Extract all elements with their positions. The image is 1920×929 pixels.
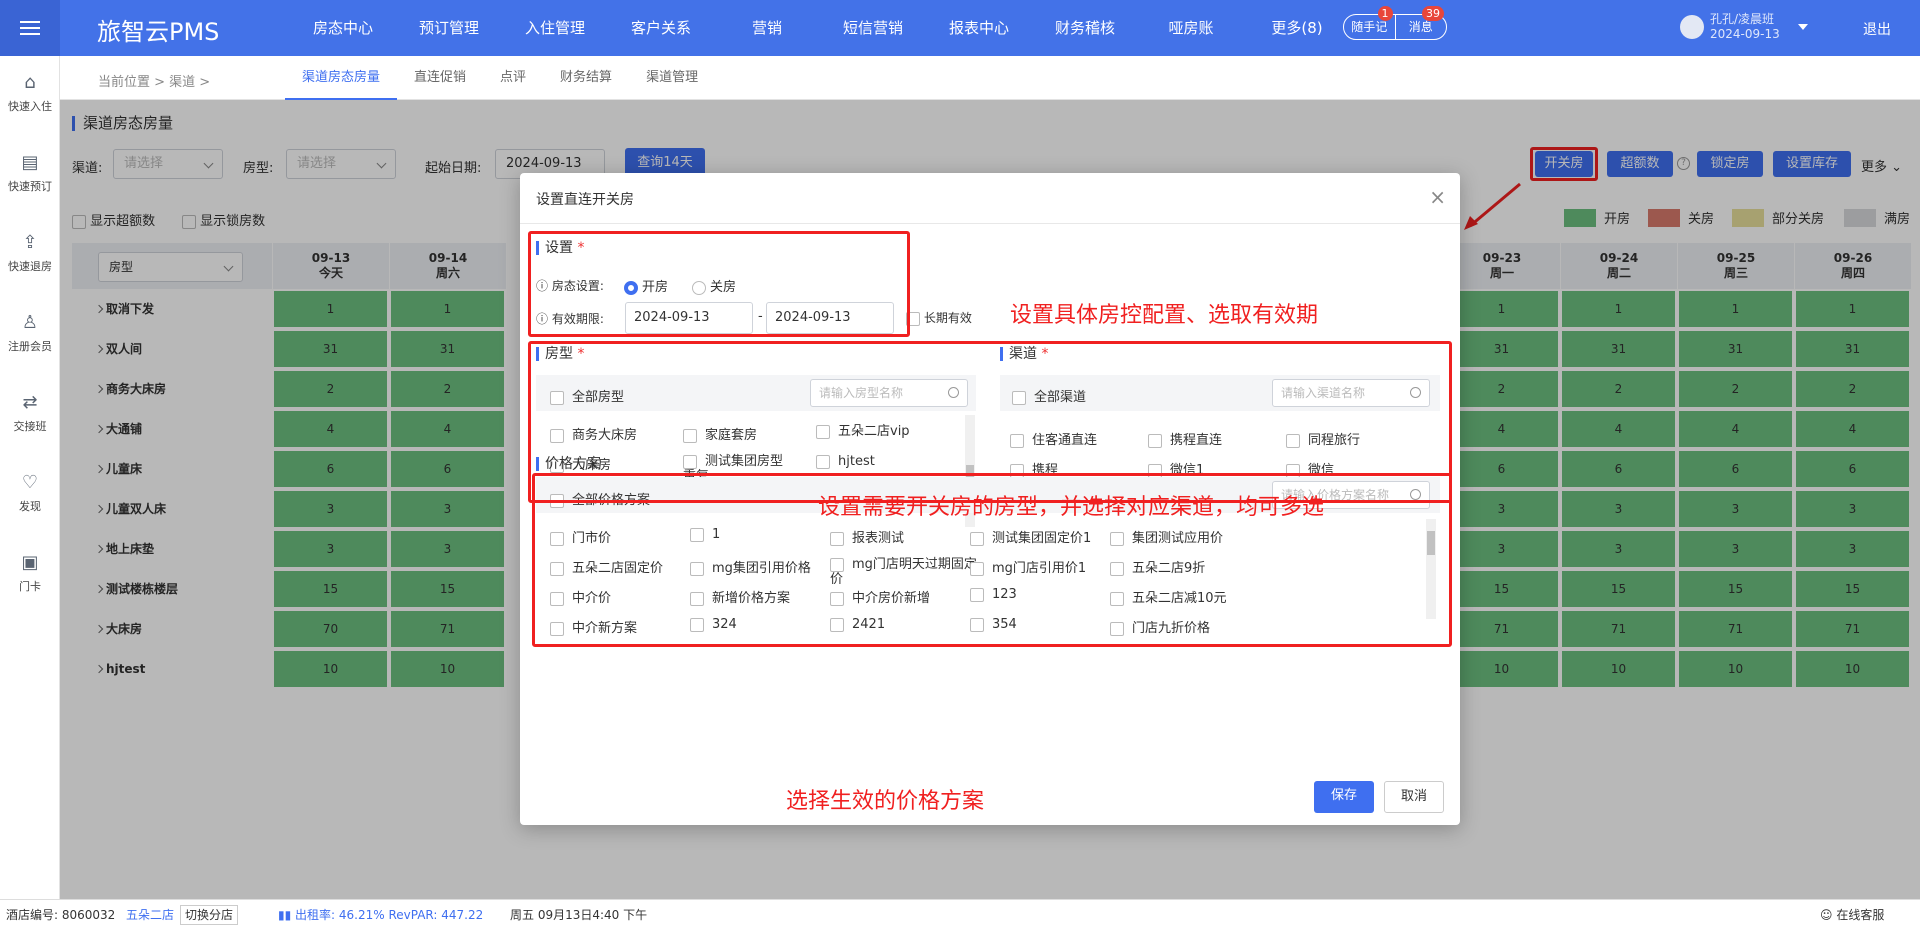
status-bar: 酒店编号: 8060032 五朵二店 切换分店 ▮▮ 出租率: 46.21% R… bbox=[0, 899, 1920, 929]
sidebar-label: 注册会员 bbox=[8, 340, 52, 353]
sidebar-item-discover[interactable]: ♡ 发现 bbox=[0, 472, 60, 514]
service-icon: ☺ bbox=[1820, 908, 1837, 922]
nav-dummy-account[interactable]: 哑房账 bbox=[1138, 0, 1244, 56]
nav-reports[interactable]: 报表中心 bbox=[926, 0, 1032, 56]
tab-reviews[interactable]: 点评 bbox=[483, 56, 543, 100]
discover-icon: ♡ bbox=[21, 472, 39, 493]
annotation-box-settings bbox=[528, 231, 910, 337]
switch-branch-button[interactable]: 切换分店 bbox=[180, 905, 239, 925]
card-icon: ▣ bbox=[21, 552, 39, 573]
annotation-box-price bbox=[532, 473, 1452, 647]
service-label: 在线客服 bbox=[1836, 908, 1885, 922]
nav-checkin[interactable]: 入住管理 bbox=[502, 0, 608, 56]
sidebar-label: 门卡 bbox=[19, 580, 41, 593]
user-name: 孔孔/凌晨班 bbox=[1710, 12, 1775, 26]
logout-link[interactable]: 退出 bbox=[1863, 19, 1891, 39]
main-nav: 房态中心 预订管理 入住管理 客户关系 营销 短信营销 报表中心 财务稽核 哑房… bbox=[290, 0, 1350, 56]
chevron-down-icon[interactable] bbox=[1797, 24, 1808, 30]
tab-channel-room-status[interactable]: 渠道房态房量 bbox=[285, 56, 398, 100]
chart-icon: ▮▮ bbox=[278, 908, 296, 922]
sidebar-item-quick-checkout[interactable]: ⇪ 快速退房 bbox=[0, 232, 60, 274]
online-service-link[interactable]: ☺ 在线客服 bbox=[1820, 900, 1884, 929]
cancel-button[interactable]: 取消 bbox=[1384, 781, 1444, 813]
sidebar-item-quick-checkin[interactable]: ⌂ 快速入住 bbox=[0, 72, 60, 114]
notes-badge: 1 bbox=[1377, 6, 1393, 21]
sidebar-label: 快速退房 bbox=[8, 260, 52, 273]
sidebar-label: 快速入住 bbox=[8, 100, 52, 113]
open-close-room-dialog: 设置直连开关房 × 设置 * ⓘ 房态设置: 开房 关房 ⓘ 有效期限: 202… bbox=[520, 173, 1460, 825]
app-logo: 旅智云PMS bbox=[97, 18, 220, 46]
sidebar-item-shift[interactable]: ⇄ 交接班 bbox=[0, 392, 60, 434]
sidebar-item-register-member[interactable]: ♙ 注册会员 bbox=[0, 312, 60, 354]
occupancy-text: 出租率: 46.21% RevPAR: 447.22 bbox=[295, 908, 484, 922]
nav-finance[interactable]: 财务稽核 bbox=[1032, 0, 1138, 56]
quick-sidebar: ⌂ 快速入住 ▤ 快速预订 ⇪ 快速退房 ♙ 注册会员 ⇄ 交接班 ♡ 发现 ▣ 门卡 bbox=[0, 56, 60, 899]
annotation-price-text: 选择生效的价格方案 bbox=[786, 789, 985, 814]
occupancy-stats: ▮▮ 出租率: 46.21% RevPAR: 447.22 bbox=[278, 900, 483, 929]
sidebar-item-quick-booking[interactable]: ▤ 快速预订 bbox=[0, 152, 60, 194]
messages-label: 消息 bbox=[1408, 20, 1433, 34]
notes-label: 随手记 bbox=[1351, 20, 1388, 34]
save-button[interactable]: 保存 bbox=[1314, 781, 1374, 813]
shift-icon: ⇄ bbox=[22, 392, 38, 413]
messages-button[interactable]: 消息 39 bbox=[1394, 6, 1447, 39]
breadcrumb: 当前位置 > 渠道 > bbox=[98, 75, 211, 90]
quick-pills: 随手记 1 消息 39 bbox=[1343, 6, 1447, 40]
nav-sms[interactable]: 短信营销 bbox=[820, 0, 926, 56]
nav-crm[interactable]: 客户关系 bbox=[608, 0, 714, 56]
sidebar-item-door-card[interactable]: ▣ 门卡 bbox=[0, 552, 60, 594]
user-menu[interactable]: 孔孔/凌晨班 2024-09-13 bbox=[1680, 12, 1808, 42]
current-time: 周五 09月13日4:40 下午 bbox=[510, 908, 648, 922]
messages-badge: 39 bbox=[1422, 6, 1444, 21]
nav-reservation[interactable]: 预订管理 bbox=[396, 0, 502, 56]
tab-bar: 渠道房态房量 直连促销 点评 财务结算 渠道管理 bbox=[285, 56, 715, 100]
home-icon: ⌂ bbox=[24, 72, 36, 93]
long-term-toggle[interactable]: 长期有效 bbox=[906, 309, 972, 326]
tab-direct-promo[interactable]: 直连促销 bbox=[397, 56, 483, 100]
hotel-name[interactable]: 五朵二店 bbox=[126, 900, 174, 929]
annotation-settings-text: 设置具体房控配置、选取有效期 bbox=[1010, 303, 1319, 328]
top-bar: 旅智云PMS 房态中心 预订管理 入住管理 客户关系 营销 短信营销 报表中心 … bbox=[0, 0, 1920, 56]
menu-toggle-icon[interactable] bbox=[0, 0, 60, 56]
long-term-label: 长期有效 bbox=[923, 311, 972, 325]
checkout-icon: ⇪ bbox=[22, 232, 38, 253]
user-icon: ♙ bbox=[21, 312, 39, 333]
notes-button[interactable]: 随手记 1 bbox=[1344, 6, 1395, 39]
hotel-id: 酒店编号: 8060032 bbox=[6, 908, 116, 922]
nav-room-status[interactable]: 房态中心 bbox=[290, 0, 396, 56]
book-icon: ▤ bbox=[21, 152, 39, 173]
tab-settlement[interactable]: 财务结算 bbox=[543, 56, 629, 100]
sidebar-label: 发现 bbox=[19, 500, 41, 513]
nav-marketing[interactable]: 营销 bbox=[714, 0, 820, 56]
sub-nav-bar: 当前位置 > 渠道 > 渠道房态房量 直连促销 点评 财务结算 渠道管理 bbox=[60, 56, 1920, 100]
sidebar-label: 交接班 bbox=[13, 420, 47, 433]
tab-channel-manage[interactable]: 渠道管理 bbox=[629, 56, 715, 100]
dialog-title: 设置直连开关房 bbox=[536, 192, 634, 208]
close-icon[interactable]: × bbox=[1429, 185, 1446, 209]
user-date: 2024-09-13 bbox=[1710, 27, 1780, 41]
divider bbox=[520, 223, 1460, 224]
avatar bbox=[1680, 15, 1704, 39]
sidebar-label: 快速预订 bbox=[8, 180, 52, 193]
nav-more[interactable]: 更多(8) bbox=[1244, 0, 1350, 56]
